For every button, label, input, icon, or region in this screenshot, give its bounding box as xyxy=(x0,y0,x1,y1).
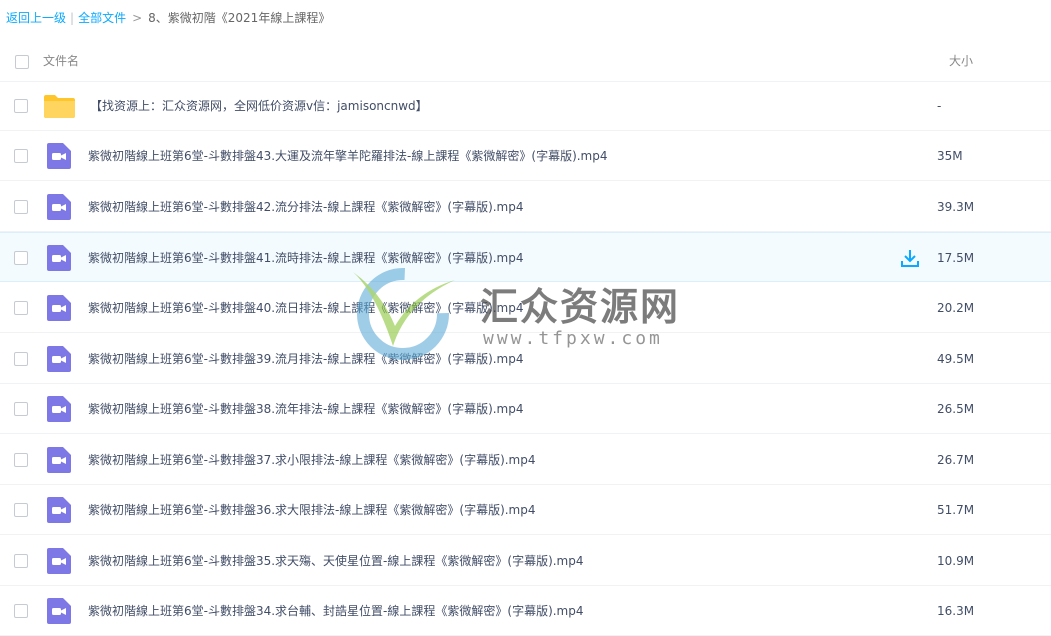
list-item[interactable]: 紫微初階線上班第6堂-斗數排盤35.求天殤、天使星位置-線上課程《紫微解密》(字… xyxy=(0,536,1051,586)
list-item[interactable]: 紫微初階線上班第6堂-斗數排盤41.流時排法-線上課程《紫微解密》(字幕版).m… xyxy=(0,232,1051,282)
video-file-icon xyxy=(47,143,71,169)
video-file-icon xyxy=(47,497,71,523)
row-checkbox[interactable] xyxy=(14,503,28,517)
row-checkbox[interactable] xyxy=(14,251,28,265)
folder-icon xyxy=(44,95,75,118)
file-size: 35M xyxy=(937,149,963,163)
file-name[interactable]: 【找资源上：汇众资源网，全网低价资源v信：jamisoncnwd】 xyxy=(90,81,428,131)
file-size: 10.9M xyxy=(937,554,975,568)
row-checkbox[interactable] xyxy=(14,200,28,214)
row-checkbox[interactable] xyxy=(14,554,28,568)
list-item[interactable]: 紫微初階線上班第6堂-斗數排盤36.求大限排法-線上課程《紫微解密》(字幕版).… xyxy=(0,485,1051,535)
list-item[interactable]: 紫微初階線上班第6堂-斗數排盤39.流月排法-線上課程《紫微解密》(字幕版).m… xyxy=(0,334,1051,384)
list-item[interactable]: 紫微初階線上班第6堂-斗數排盤42.流分排法-線上課程《紫微解密》(字幕版).m… xyxy=(0,182,1051,232)
row-checkbox[interactable] xyxy=(14,402,28,416)
current-folder: 8、紫微初階《2021年線上課程》 xyxy=(148,11,331,25)
list-header: 文件名 大小 xyxy=(0,40,1051,82)
file-size: 16.3M xyxy=(937,604,975,618)
breadcrumb-arrow: > xyxy=(132,11,143,25)
file-name[interactable]: 紫微初階線上班第6堂-斗數排盤39.流月排法-線上課程《紫微解密》(字幕版).m… xyxy=(88,334,524,384)
file-size: - xyxy=(937,99,942,113)
column-header-name[interactable]: 文件名 xyxy=(43,52,79,69)
file-name[interactable]: 紫微初階線上班第6堂-斗數排盤35.求天殤、天使星位置-線上課程《紫微解密》(字… xyxy=(88,536,584,586)
video-file-icon xyxy=(47,396,71,422)
row-checkbox[interactable] xyxy=(14,301,28,315)
row-checkbox[interactable] xyxy=(14,453,28,467)
all-files-link[interactable]: 全部文件 xyxy=(78,11,126,25)
video-file-icon xyxy=(47,245,71,271)
file-size: 51.7M xyxy=(937,503,975,517)
row-checkbox[interactable] xyxy=(14,352,28,366)
list-item[interactable]: 紫微初階線上班第6堂-斗數排盤34.求台輔、封誥星位置-線上課程《紫微解密》(字… xyxy=(0,586,1051,636)
file-size: 26.5M xyxy=(937,402,975,416)
video-file-icon xyxy=(47,447,71,473)
select-all-checkbox[interactable] xyxy=(15,55,29,69)
row-checkbox[interactable] xyxy=(14,149,28,163)
file-size: 49.5M xyxy=(937,352,975,366)
video-file-icon xyxy=(47,346,71,372)
file-size: 20.2M xyxy=(937,301,975,315)
file-name[interactable]: 紫微初階線上班第6堂-斗數排盤41.流時排法-線上課程《紫微解密》(字幕版).m… xyxy=(88,233,524,283)
file-name[interactable]: 紫微初階線上班第6堂-斗數排盤40.流日排法-線上課程《紫微解密》(字幕版).m… xyxy=(88,283,524,333)
breadcrumb: 返回上一级 | 全部文件 >8、紫微初階《2021年線上課程》 xyxy=(6,8,330,28)
list-item[interactable]: 紫微初階線上班第6堂-斗數排盤43.大運及流年擎羊陀羅排法-線上課程《紫微解密》… xyxy=(0,131,1051,181)
row-checkbox[interactable] xyxy=(14,604,28,618)
back-link[interactable]: 返回上一级 xyxy=(6,11,66,25)
file-name[interactable]: 紫微初階線上班第6堂-斗數排盤34.求台輔、封誥星位置-線上課程《紫微解密》(字… xyxy=(88,586,584,636)
video-file-icon xyxy=(47,548,71,574)
file-size: 17.5M xyxy=(937,251,975,265)
file-browser: 返回上一级 | 全部文件 >8、紫微初階《2021年線上課程》 文件名 大小 【找资源… xyxy=(0,0,1051,636)
list-item[interactable]: 紫微初階線上班第6堂-斗數排盤38.流年排法-線上課程《紫微解密》(字幕版).m… xyxy=(0,384,1051,434)
file-name[interactable]: 紫微初階線上班第6堂-斗數排盤36.求大限排法-線上課程《紫微解密》(字幕版).… xyxy=(88,485,536,535)
list-item[interactable]: 紫微初階線上班第6堂-斗數排盤40.流日排法-線上課程《紫微解密》(字幕版).m… xyxy=(0,283,1051,333)
row-checkbox[interactable] xyxy=(14,99,28,113)
file-name[interactable]: 紫微初階線上班第6堂-斗數排盤38.流年排法-線上課程《紫微解密》(字幕版).m… xyxy=(88,384,524,434)
file-name[interactable]: 紫微初階線上班第6堂-斗數排盤42.流分排法-線上課程《紫微解密》(字幕版).m… xyxy=(88,182,524,232)
column-header-size[interactable]: 大小 xyxy=(949,52,973,69)
video-file-icon xyxy=(47,194,71,220)
file-name[interactable]: 紫微初階線上班第6堂-斗數排盤37.求小限排法-線上課程《紫微解密》(字幕版).… xyxy=(88,435,536,485)
list-item[interactable]: 紫微初階線上班第6堂-斗數排盤37.求小限排法-線上課程《紫微解密》(字幕版).… xyxy=(0,435,1051,485)
breadcrumb-separator: | xyxy=(70,11,75,25)
file-size: 26.7M xyxy=(937,453,975,467)
file-name[interactable]: 紫微初階線上班第6堂-斗數排盤43.大運及流年擎羊陀羅排法-線上課程《紫微解密》… xyxy=(88,131,608,181)
video-file-icon xyxy=(47,295,71,321)
list-item[interactable]: 【找资源上：汇众资源网，全网低价资源v信：jamisoncnwd】 - xyxy=(0,81,1051,131)
video-file-icon xyxy=(47,598,71,624)
file-size: 39.3M xyxy=(937,200,975,214)
download-icon[interactable] xyxy=(900,248,920,268)
